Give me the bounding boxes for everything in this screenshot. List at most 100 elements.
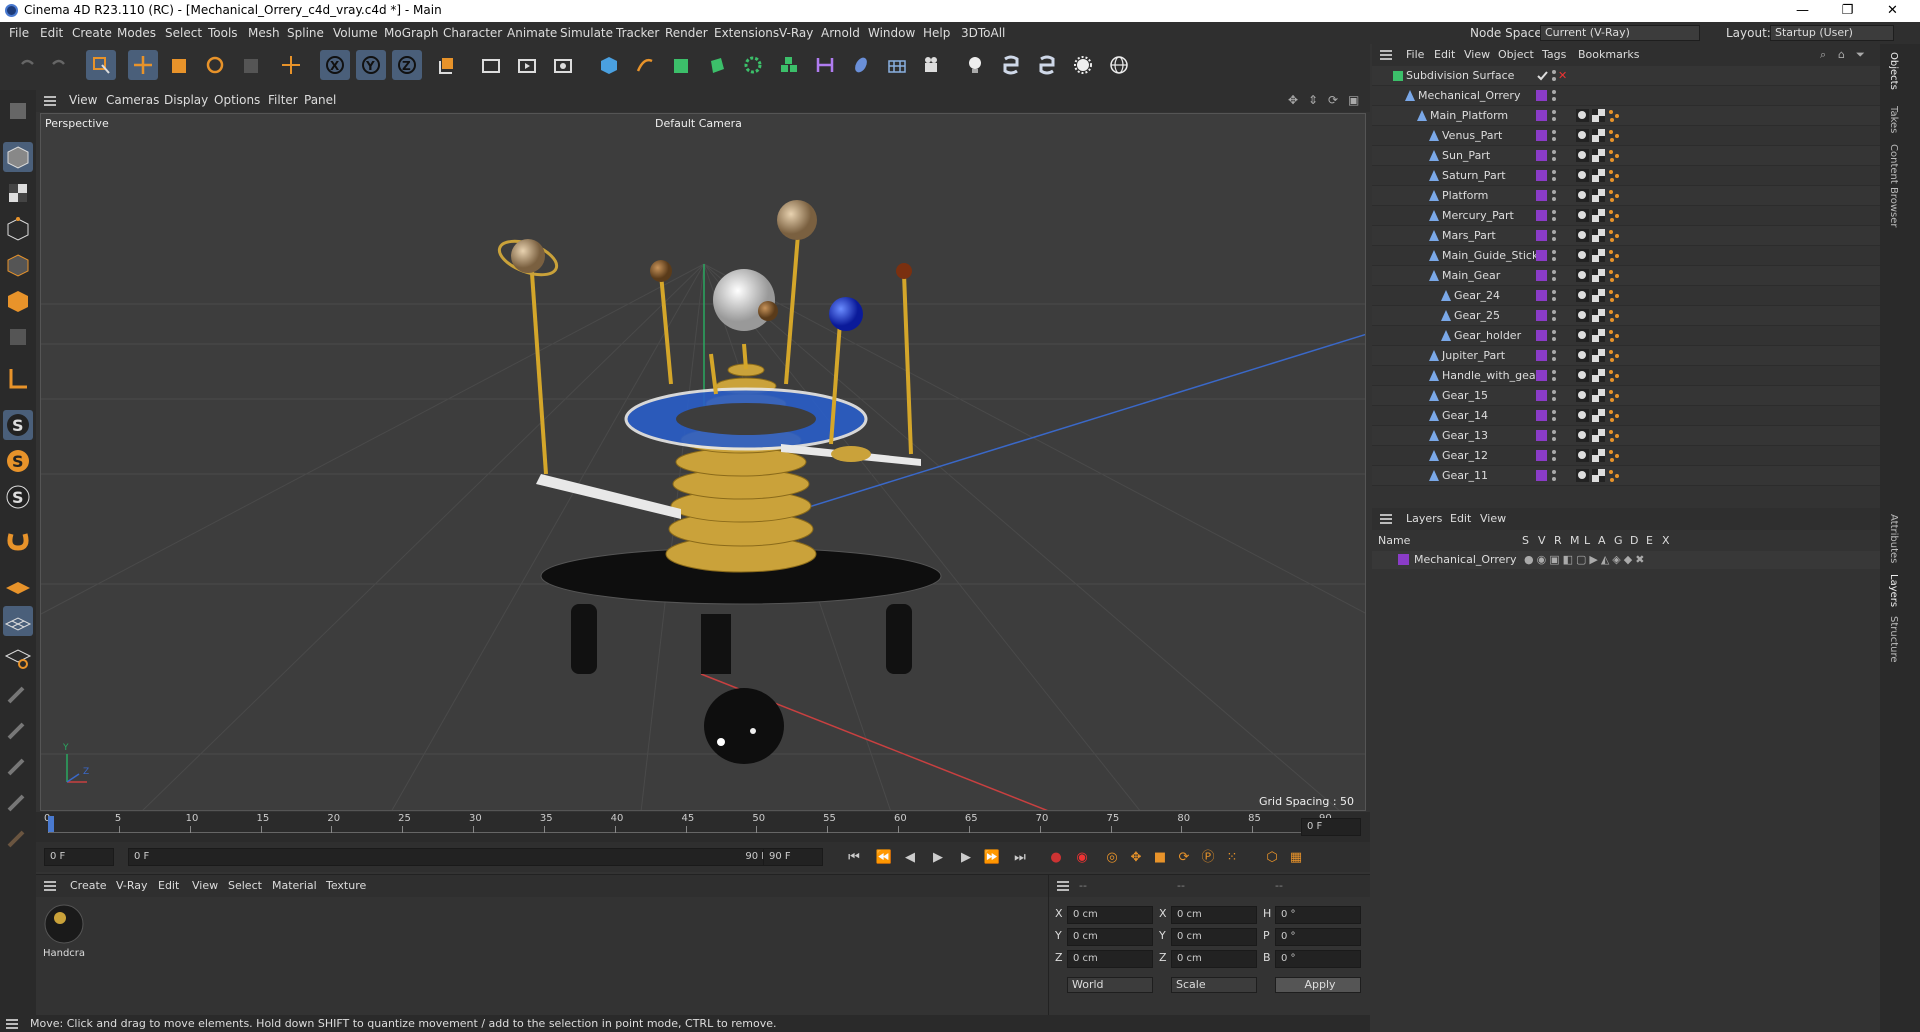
layer-color-swatch[interactable] <box>1536 210 1547 221</box>
texture-tag-icon[interactable] <box>1592 229 1605 242</box>
viewport-menu-icon[interactable] <box>44 96 56 106</box>
timeline-ruler[interactable]: 051015202530354045505560657075808590 0 F <box>36 812 1370 842</box>
vray-globe-button[interactable] <box>1104 50 1134 80</box>
make-editable-button[interactable] <box>3 96 33 126</box>
object-row[interactable]: Main_Gear <box>1372 266 1880 286</box>
menu-arnold[interactable]: Arnold <box>821 26 860 40</box>
object-name[interactable]: Main_Platform <box>1430 109 1508 122</box>
keyframe-selection-button[interactable]: ◎ <box>1102 848 1122 868</box>
texture-tag-icon[interactable] <box>1592 149 1605 162</box>
layer-color-swatch[interactable] <box>1536 410 1547 421</box>
enabled-check-icon[interactable] <box>1536 69 1549 82</box>
object-row[interactable]: Mars_Part <box>1372 226 1880 246</box>
visibility-dots-icon[interactable] <box>1552 68 1556 84</box>
texture-tag-icon[interactable] <box>1592 449 1605 462</box>
menu-3dtoall[interactable]: 3DToAll <box>961 26 1005 40</box>
vp-menu-options[interactable]: Options <box>214 93 260 107</box>
layer-color-swatch[interactable] <box>1536 230 1547 241</box>
phong-tag-icon[interactable] <box>1576 269 1589 282</box>
material-menu-icon[interactable] <box>44 881 56 891</box>
visibility-dots-icon[interactable] <box>1552 408 1556 424</box>
python-button-2[interactable] <box>1032 50 1062 80</box>
start-frame-field[interactable]: 0 F <box>44 848 114 866</box>
snap-button[interactable]: S <box>3 410 33 440</box>
texture-mode-button[interactable] <box>3 178 33 208</box>
light-button[interactable] <box>960 50 990 80</box>
menu-file[interactable]: File <box>9 26 29 40</box>
phong-tag-icon[interactable] <box>1576 429 1589 442</box>
python-button-1[interactable] <box>996 50 1026 80</box>
key-position-button[interactable]: ✥ <box>1126 848 1146 868</box>
wiggle-tool-button[interactable] <box>3 788 33 818</box>
phong-tag-icon[interactable] <box>1576 369 1589 382</box>
texture-tag-icon[interactable] <box>1592 309 1605 322</box>
menu-spline[interactable]: Spline <box>287 26 324 40</box>
minimize-button[interactable]: — <box>1780 0 1825 22</box>
size-x-field[interactable]: 0 cm <box>1171 906 1257 924</box>
tab-layers[interactable]: Layers <box>1888 574 1899 607</box>
menu-extensions[interactable]: Extensions <box>714 26 779 40</box>
phong-tag-icon[interactable] <box>1576 469 1589 482</box>
menu-volume[interactable]: Volume <box>333 26 378 40</box>
object-name[interactable]: Main_Guide_Stick <box>1442 249 1538 262</box>
object-row[interactable]: Mechanical_Orrery <box>1372 86 1880 106</box>
texture-tag-icon[interactable] <box>1592 109 1605 122</box>
home-icon[interactable]: ⌂ <box>1838 48 1845 61</box>
recent-tool-button[interactable] <box>236 50 266 80</box>
close-button[interactable]: ✕ <box>1870 0 1915 22</box>
scale-tool-button[interactable] <box>164 50 194 80</box>
menu-tools[interactable]: Tools <box>208 26 238 40</box>
texture-tag-icon[interactable] <box>1592 289 1605 302</box>
vray-tag-icon[interactable] <box>1608 109 1621 122</box>
phong-tag-icon[interactable] <box>1576 229 1589 242</box>
object-row[interactable]: Gear_14 <box>1372 406 1880 426</box>
workplane-snap-button[interactable]: S <box>3 482 33 512</box>
rotate-view-icon[interactable]: ⟳ <box>1328 93 1338 107</box>
phong-tag-icon[interactable] <box>1576 409 1589 422</box>
phong-tag-icon[interactable] <box>1576 389 1589 402</box>
tweak-button[interactable] <box>3 526 33 556</box>
visibility-dots-icon[interactable] <box>1552 268 1556 284</box>
vray-tag-icon[interactable] <box>1608 149 1621 162</box>
vp-menu-cameras[interactable]: Cameras <box>106 93 159 107</box>
settings-button[interactable] <box>1068 50 1098 80</box>
camera-label[interactable]: Default Camera <box>655 117 742 130</box>
snap-settings-button[interactable]: S <box>3 446 33 476</box>
visibility-dots-icon[interactable] <box>1552 308 1556 324</box>
layer-color-swatch[interactable] <box>1536 170 1547 181</box>
layer-color-swatch[interactable] <box>1536 310 1547 321</box>
object-row[interactable]: Venus_Part <box>1372 126 1880 146</box>
object-name[interactable]: Platform <box>1442 189 1488 202</box>
mat-menu-texture[interactable]: Texture <box>326 879 366 892</box>
undo-button[interactable] <box>12 50 42 80</box>
layer-color-swatch[interactable] <box>1536 190 1547 201</box>
size-y-field[interactable]: 0 cm <box>1171 928 1257 946</box>
object-row[interactable]: Gear_13 <box>1372 426 1880 446</box>
menu-character[interactable]: Character <box>443 26 502 40</box>
render-view-button[interactable] <box>476 50 506 80</box>
layer-color-swatch[interactable] <box>1536 110 1547 121</box>
menu-vray[interactable]: V-Ray <box>779 26 813 40</box>
camera-button[interactable] <box>918 50 948 80</box>
phong-tag-icon[interactable] <box>1576 249 1589 262</box>
uv-mode-button[interactable] <box>3 322 33 352</box>
layers-menu-edit[interactable]: Edit <box>1450 512 1471 525</box>
cloner-button[interactable] <box>738 50 768 80</box>
object-name[interactable]: Saturn_Part <box>1442 169 1506 182</box>
object-name[interactable]: Venus_Part <box>1442 129 1502 142</box>
layer-color-swatch[interactable] <box>1536 90 1547 101</box>
object-menu-icon[interactable] <box>1380 50 1392 60</box>
phong-tag-icon[interactable] <box>1576 149 1589 162</box>
search-icon[interactable]: ⌕ <box>1820 48 1826 62</box>
layers-menu-view[interactable]: View <box>1480 512 1506 525</box>
mat-menu-edit[interactable]: Edit <box>158 879 179 892</box>
vray-tag-icon[interactable] <box>1608 229 1621 242</box>
mat-menu-vray[interactable]: V-Ray <box>116 879 148 892</box>
obj-menu-edit[interactable]: Edit <box>1434 48 1455 61</box>
coordinates-menu-icon[interactable] <box>1057 881 1069 891</box>
layer-name[interactable]: Mechanical_Orrery <box>1414 553 1516 566</box>
phong-tag-icon[interactable] <box>1576 449 1589 462</box>
visibility-dots-icon[interactable] <box>1552 148 1556 164</box>
pos-y-field[interactable]: 0 cm <box>1067 928 1153 946</box>
phong-tag-icon[interactable] <box>1576 349 1589 362</box>
